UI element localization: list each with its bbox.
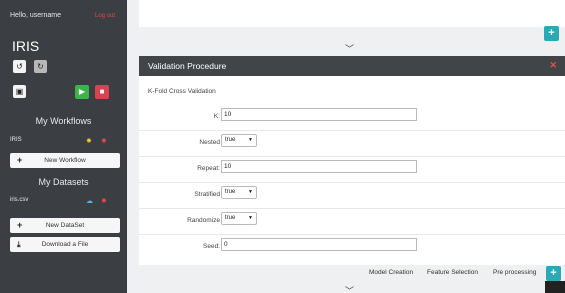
nested-label: Nested: [199, 139, 220, 146]
validation-panel: Validation Procedure ✕ K-Fold Cross Vali…: [139, 56, 565, 265]
sidebar: Hello, username Log out IRIS ↺ ↻ ▣ ▶ ■ M…: [0, 0, 127, 293]
stratified-select[interactable]: true ▼: [221, 186, 257, 199]
repeat-label: Repeat:: [197, 165, 220, 172]
app-brand: IRIS: [12, 38, 40, 54]
star-icon[interactable]: ✸: [86, 137, 92, 145]
new-workflow-label: New Workflow: [44, 157, 86, 164]
seed-row: Seed: 0: [139, 235, 565, 261]
add-button-top[interactable]: +: [544, 26, 559, 41]
panel-subtitle: K-Fold Cross Validation: [148, 88, 216, 95]
randomize-value: true: [225, 215, 236, 221]
k-label: K:: [213, 113, 220, 120]
randomize-select[interactable]: true ▼: [221, 212, 257, 225]
download-file-button[interactable]: ⤓ Download a File: [10, 237, 120, 252]
logout-link[interactable]: Log out: [95, 13, 115, 19]
k-row: K: 10: [139, 105, 565, 131]
plus-square-icon: +: [548, 27, 555, 39]
seed-input[interactable]: 0: [221, 238, 417, 251]
redo-button[interactable]: ↻: [34, 60, 47, 73]
undo-icon: ↺: [16, 62, 23, 71]
repeat-row: Repeat: 10: [139, 157, 565, 183]
new-workflow-button[interactable]: + New Workflow: [10, 153, 120, 168]
nested-row: Nested true ▼: [139, 131, 565, 157]
plus-icon: +: [17, 220, 23, 230]
nested-select[interactable]: true ▼: [221, 134, 257, 147]
dark-box: [545, 281, 565, 293]
new-dataset-label: New DataSet: [45, 222, 85, 229]
top-card: [139, 0, 565, 27]
plus-icon: +: [17, 155, 23, 165]
greeting-text: Hello, username: [10, 12, 61, 19]
save-icon: ▣: [15, 87, 24, 96]
randomize-label: Randomize: [187, 217, 220, 224]
dataset-item[interactable]: iris.csv: [10, 197, 28, 203]
download-icon: ⤓: [17, 240, 21, 249]
cloud-icon[interactable]: ☁: [86, 197, 93, 205]
randomize-row: Randomize true ▼: [139, 209, 565, 235]
panel-title: Validation Procedure: [148, 61, 227, 71]
stratified-row: Stratified true ▼: [139, 183, 565, 209]
gear-icon[interactable]: ✹: [101, 137, 107, 145]
gear-icon[interactable]: ✹: [101, 197, 107, 205]
run-button[interactable]: ▶: [75, 85, 89, 99]
plus-square-icon: +: [550, 267, 557, 279]
redo-icon: ↻: [37, 62, 44, 71]
datasets-title: My Datasets: [38, 177, 89, 187]
save-button[interactable]: ▣: [13, 85, 26, 98]
workflows-title: My Workflows: [35, 116, 92, 126]
caret-down-icon: ▼: [248, 215, 253, 221]
new-dataset-button[interactable]: + New DataSet: [10, 218, 120, 233]
caret-down-icon: ▼: [248, 189, 253, 195]
stratified-value: true: [225, 189, 236, 195]
seed-label: Seed:: [203, 243, 220, 250]
tab-feature-selection[interactable]: Feature Selection: [427, 269, 478, 276]
stop-button[interactable]: ■: [95, 85, 109, 99]
stratified-label: Stratified: [194, 191, 220, 198]
k-input[interactable]: 10: [221, 108, 417, 121]
workflow-item[interactable]: IRIS: [10, 137, 22, 143]
chevron-down-icon[interactable]: ﹀: [345, 284, 354, 293]
chevron-down-icon[interactable]: ﹀: [345, 42, 354, 55]
repeat-input[interactable]: 10: [221, 160, 417, 173]
panel-header: Validation Procedure ✕: [139, 56, 565, 76]
close-icon[interactable]: ✕: [549, 60, 557, 71]
caret-down-icon: ▼: [248, 137, 253, 143]
tab-pre-processing[interactable]: Pre processing: [493, 269, 536, 276]
add-button-bottom[interactable]: +: [546, 266, 561, 281]
play-icon: ▶: [78, 87, 86, 96]
stop-icon: ■: [99, 87, 105, 96]
tab-model-creation[interactable]: Model Creation: [369, 269, 413, 276]
undo-button[interactable]: ↺: [13, 60, 26, 73]
download-file-label: Download a File: [41, 241, 89, 248]
nested-value: true: [225, 137, 236, 143]
